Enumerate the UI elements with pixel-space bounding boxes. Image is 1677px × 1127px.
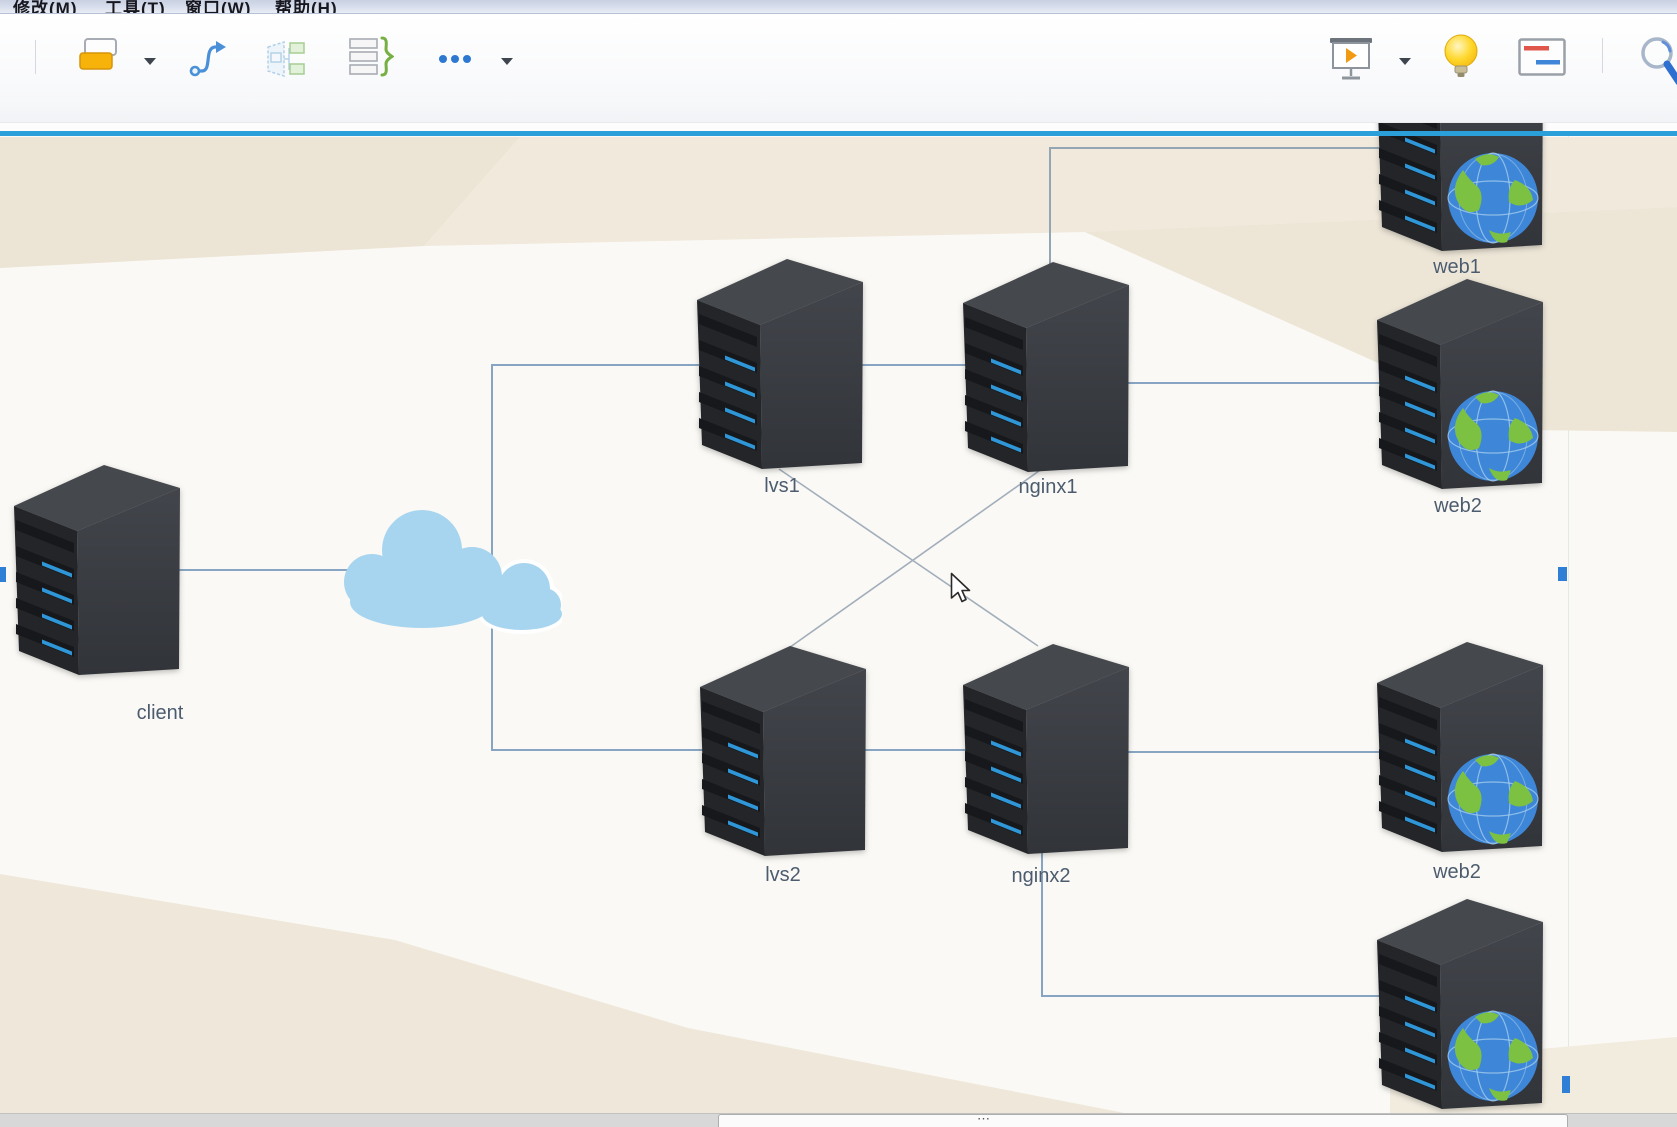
cloud-icon (322, 492, 562, 642)
menu-item-tools[interactable]: 工具(T) (105, 0, 166, 14)
right-edge-marker (1558, 567, 1567, 581)
tips-button[interactable] (1443, 33, 1479, 86)
menu-bar: 修改(M) 工具(T) 窗口(W) 帮助(H) (0, 0, 1677, 14)
menu-item-window[interactable]: 窗口(W) (185, 0, 251, 14)
node-internet-cloud[interactable] (322, 492, 562, 647)
toolbar-separator (35, 40, 36, 74)
node-label-web1: web1 (1387, 256, 1527, 279)
brace-list-tool-button[interactable] (348, 36, 394, 83)
panel-layout-button[interactable] (1518, 38, 1566, 81)
presentation-button[interactable] (1328, 37, 1374, 86)
left-edge-marker (0, 567, 6, 582)
node-label-nginx1: nginx1 (978, 476, 1118, 499)
panel-layout-icon (1518, 38, 1566, 76)
caret-down-icon (1398, 56, 1412, 66)
cursor-arrow-icon (950, 572, 972, 604)
node-web2a[interactable] (1377, 278, 1543, 495)
zoom-search-button[interactable] (1639, 36, 1677, 95)
node-label-client: client (90, 702, 230, 725)
shapes-gallery-button[interactable] (78, 37, 122, 82)
node-label-nginx2: nginx2 (971, 865, 1111, 888)
org-chart-tool-button[interactable] (265, 40, 309, 83)
caret-down-icon (500, 56, 514, 66)
lightbulb-icon (1443, 33, 1479, 81)
caret-down-icon (143, 56, 157, 66)
more-dropdown-button[interactable] (500, 53, 514, 71)
node-label-web2b: web2 (1387, 861, 1527, 884)
node-web2b[interactable] (1377, 641, 1543, 858)
node-label-web2a: web2 (1388, 495, 1528, 518)
node-label-lvs2: lvs2 (713, 864, 853, 887)
node-web-bottom[interactable] (1377, 898, 1543, 1113)
mouse-cursor (950, 572, 972, 609)
diagram-canvas[interactable]: client lvs1 nginx1 lvs2 nginx2 web1 web2… (0, 122, 1677, 1113)
bottom-panel-handle[interactable]: ⋯ (718, 1114, 1568, 1127)
presentation-icon (1328, 37, 1374, 81)
node-nginx1[interactable] (963, 261, 1129, 478)
more-tools-button[interactable] (438, 52, 472, 70)
node-nginx2[interactable] (963, 643, 1129, 860)
bottom-right-edge-marker (1562, 1076, 1570, 1093)
menu-item-modify[interactable]: 修改(M) (13, 0, 77, 14)
grip-icon[interactable]: ⋯ (977, 1111, 991, 1127)
magnifier-icon (1639, 36, 1677, 90)
app-window: 修改(M) 工具(T) 窗口(W) 帮助(H) (0, 0, 1677, 1127)
presentation-dropdown-button[interactable] (1398, 53, 1412, 71)
ellipsis-icon (438, 53, 472, 65)
node-lvs1[interactable] (697, 258, 863, 475)
menu-item-help[interactable]: 帮助(H) (275, 0, 338, 14)
connector-tool-button[interactable] (188, 36, 228, 85)
bottom-bar: ⋯ (0, 1113, 1677, 1127)
toolbar (0, 14, 1677, 123)
shapes-icon (78, 37, 122, 77)
node-lvs2[interactable] (700, 645, 866, 862)
node-client[interactable] (14, 464, 180, 681)
shapes-dropdown-button[interactable] (143, 53, 157, 71)
toolbar-separator (1602, 38, 1603, 73)
connector-curve-icon (188, 36, 228, 80)
page-top-border (0, 131, 1677, 136)
node-web1[interactable] (1377, 122, 1543, 257)
node-label-lvs1: lvs1 (712, 475, 852, 498)
org-chart-icon (265, 40, 309, 78)
brace-list-icon (348, 36, 394, 78)
